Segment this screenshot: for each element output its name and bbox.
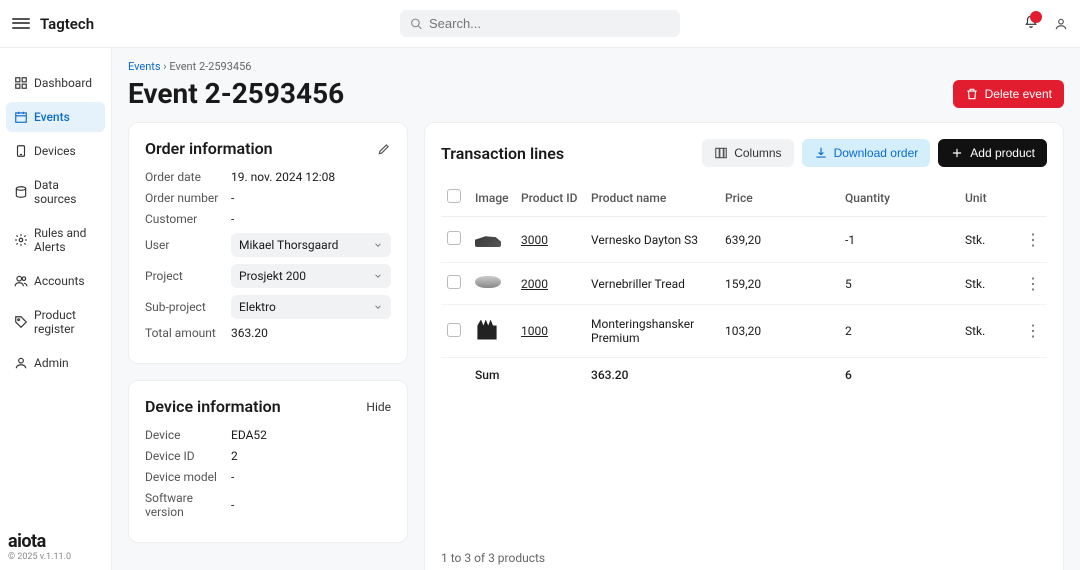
trash-icon [965, 87, 979, 101]
calendar-icon [14, 110, 28, 124]
sidebar-item-label: Data sources [34, 178, 97, 206]
chevron-down-icon [373, 271, 383, 281]
order-info-card: Order information Order date19. nov. 202… [128, 122, 408, 364]
download-order-button[interactable]: Download order [802, 139, 931, 167]
sidebar-item-devices[interactable]: Devices [6, 136, 105, 166]
sidebar-footer: aiota © 2025 v.1.11.0 [0, 523, 111, 570]
plus-icon [950, 146, 964, 160]
device-icon [14, 144, 28, 158]
users-icon [14, 274, 28, 288]
footer-logo: aiota [8, 531, 103, 552]
delete-event-button[interactable]: Delete event [953, 80, 1064, 108]
sidebar-item-dashboard[interactable]: Dashboard [6, 68, 105, 98]
product-image [475, 229, 501, 247]
footer-version: © 2025 v.1.11.0 [8, 552, 103, 562]
user-select[interactable]: Mikael Thorsgaard [231, 233, 391, 257]
sidebar-item-label: Accounts [34, 274, 85, 288]
row-checkbox[interactable] [447, 275, 461, 289]
order-card-title: Order information [145, 139, 273, 158]
select-all-checkbox[interactable] [447, 189, 461, 203]
columns-icon [714, 146, 728, 160]
sidebar: Dashboard Events Devices Data sources Rules … [0, 48, 112, 570]
qty-cell: -1 [839, 217, 959, 263]
product-name: Vernebriller Tread [585, 263, 719, 305]
breadcrumb-root[interactable]: Events [128, 60, 161, 73]
sidebar-item-label: Events [34, 110, 70, 124]
product-id-link[interactable]: 3000 [521, 233, 548, 247]
pagination-info: 1 to 3 of 3 products [441, 535, 1047, 565]
product-image [475, 320, 499, 340]
notification-badge [1030, 11, 1042, 23]
db-icon [14, 185, 28, 199]
sidebar-item-events[interactable]: Events [6, 102, 105, 132]
product-image [475, 276, 501, 288]
search-icon [410, 17, 423, 31]
price-cell: 159,20 [719, 263, 839, 305]
profile-icon[interactable] [1054, 17, 1068, 31]
notifications-button[interactable] [1024, 15, 1038, 33]
qty-cell: 5 [839, 263, 959, 305]
product-name: Vernesko Dayton S3 [585, 217, 719, 263]
table-row: 3000 Vernesko Dayton S3639,20-1Stk. ⋮ [441, 217, 1047, 263]
edit-icon[interactable] [377, 142, 391, 156]
user-icon [14, 356, 28, 370]
sum-row: Sum363.206 [441, 358, 1047, 395]
chevron-down-icon [373, 240, 383, 250]
transactions-panel: Transaction lines Columns Download order [424, 122, 1064, 570]
search-box[interactable] [400, 10, 680, 37]
row-checkbox[interactable] [447, 323, 461, 337]
product-id-link[interactable]: 2000 [521, 277, 548, 291]
add-product-button[interactable]: Add product [938, 139, 1047, 167]
sidebar-item-label: Rules and Alerts [34, 226, 97, 254]
price-cell: 103,20 [719, 305, 839, 358]
table-row: 1000 Monteringshansker Premium103,202Stk.… [441, 305, 1047, 358]
sidebar-item-admin[interactable]: Admin [6, 348, 105, 378]
sidebar-item-product-register[interactable]: Product register [6, 300, 105, 344]
brand: Tagtech [40, 15, 94, 33]
row-checkbox[interactable] [447, 231, 461, 245]
qty-cell: 2 [839, 305, 959, 358]
sidebar-item-label: Product register [34, 308, 97, 336]
sidebar-item-label: Devices [34, 144, 76, 158]
tag-icon [14, 315, 28, 329]
sidebar-item-label: Dashboard [34, 76, 92, 90]
topbar: Tagtech [0, 0, 1080, 48]
grid-icon [14, 76, 28, 90]
search-input[interactable] [429, 16, 670, 31]
project-select[interactable]: Prosjekt 200 [231, 264, 391, 288]
sidebar-item-data-sources[interactable]: Data sources [6, 170, 105, 214]
unit-cell: Stk. [959, 305, 1019, 358]
device-card-title: Device information [145, 397, 281, 416]
menu-toggle[interactable] [12, 15, 30, 33]
row-menu-icon[interactable]: ⋮ [1025, 321, 1041, 340]
table-row: 2000 Vernebriller Tread159,205Stk. ⋮ [441, 263, 1047, 305]
gear-icon [14, 233, 28, 247]
unit-cell: Stk. [959, 263, 1019, 305]
unit-cell: Stk. [959, 217, 1019, 263]
row-menu-icon[interactable]: ⋮ [1025, 274, 1041, 293]
product-id-link[interactable]: 1000 [521, 324, 548, 338]
chevron-down-icon [373, 302, 383, 312]
hide-link[interactable]: Hide [366, 400, 391, 414]
device-info-card: Device information Hide DeviceEDA52 Devi… [128, 380, 408, 543]
breadcrumb: Events › Event 2-2593456 [128, 60, 1064, 73]
sidebar-item-rules-and-alerts[interactable]: Rules and Alerts [6, 218, 105, 262]
subproject-select[interactable]: Elektro [231, 295, 391, 319]
breadcrumb-current: Event 2-2593456 [169, 60, 251, 73]
download-icon [814, 146, 828, 160]
transactions-table: Image Product ID Product name Price Quan… [441, 179, 1047, 394]
row-menu-icon[interactable]: ⋮ [1025, 230, 1041, 249]
page-title: Event 2-2593456 [128, 77, 344, 110]
sidebar-item-accounts[interactable]: Accounts [6, 266, 105, 296]
price-cell: 639,20 [719, 217, 839, 263]
columns-button[interactable]: Columns [702, 139, 793, 167]
transactions-title: Transaction lines [441, 144, 564, 163]
product-name: Monteringshansker Premium [585, 305, 719, 358]
sidebar-item-label: Admin [34, 356, 69, 370]
